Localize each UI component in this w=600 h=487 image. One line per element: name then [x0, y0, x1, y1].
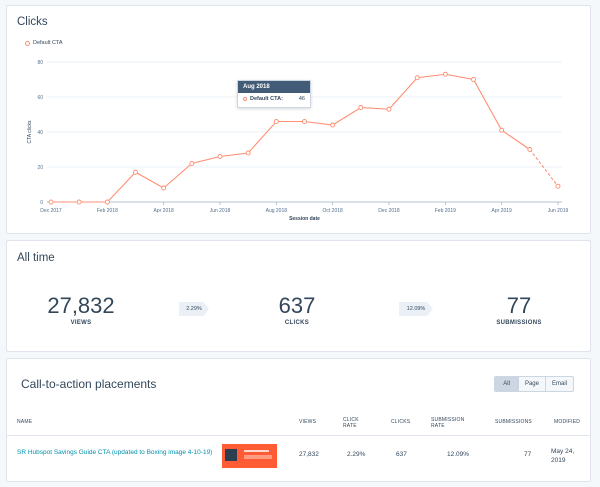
data-point — [48, 199, 54, 205]
cell-submissions: 77 — [524, 451, 532, 458]
clicks-stat: 637 CLICKS — [237, 293, 357, 327]
data-point — [302, 119, 307, 124]
x-tick-label: Jun 2019 — [548, 208, 569, 214]
cta-thumbnail-graphic — [225, 449, 237, 461]
tooltip-series-label: Default CTA: — [250, 96, 283, 102]
x-tick-label: Feb 2018 — [97, 208, 118, 214]
data-point — [76, 199, 82, 205]
filter-all-button[interactable]: All — [495, 377, 518, 391]
tooltip-value: 46 — [298, 96, 305, 102]
data-point — [217, 154, 223, 159]
x-tick-label: Apr 2019 — [492, 208, 513, 214]
data-point — [133, 169, 138, 175]
x-tick-label: Apr 2018 — [154, 208, 175, 214]
y-tick-label: 60 — [37, 95, 43, 101]
y-tick-label: 80 — [37, 60, 43, 66]
data-point — [161, 185, 167, 191]
placement-filter[interactable]: All Page Email — [494, 376, 574, 392]
clicks-label: CLICKS — [284, 320, 310, 326]
submissions-label: SUBMISSIONS — [496, 320, 542, 326]
cell-click-rate: 2.29% — [347, 451, 366, 458]
all-time-card: All time 27,832 VIEWS 2.29% 637 CLICKS 1… — [6, 240, 591, 352]
submissions-value: 77 — [506, 293, 532, 318]
column-header-click-rate[interactable]: CLICK RATE — [343, 417, 365, 429]
data-point — [555, 183, 561, 189]
cell-modified: May 24, 2019 — [551, 448, 575, 464]
y-tick-label: 0 — [40, 200, 43, 206]
all-time-title: All time — [17, 252, 55, 264]
placements-card: Call-to-action placements All Page Email… — [6, 358, 591, 482]
submission-rate-badge: 12.09% — [399, 302, 433, 316]
cell-clicks: 637 — [396, 451, 407, 458]
cell-views: 27,832 — [299, 451, 319, 458]
x-axis-title: Session date — [289, 216, 320, 222]
data-point — [358, 105, 364, 110]
views-label: VIEWS — [70, 320, 92, 326]
table-header-divider — [7, 435, 590, 436]
column-header-modified[interactable]: MODIFIED — [554, 419, 580, 425]
views-stat: 27,832 VIEWS — [21, 293, 141, 327]
column-header-name[interactable]: NAME — [17, 419, 32, 425]
y-tick-label: 20 — [37, 165, 43, 171]
views-value: 27,832 — [47, 293, 115, 318]
column-header-clicks[interactable]: CLICKS — [391, 419, 410, 425]
y-tick-label: 40 — [37, 130, 43, 136]
data-point — [245, 150, 251, 156]
data-point — [189, 161, 195, 166]
clicks-line-chart[interactable]: 0 20 40 60 80 CTA clicks Dec 2017 Feb 2018 Apr 2… — [7, 6, 592, 235]
x-tick-label: Oct 2018 — [323, 208, 344, 214]
data-point — [386, 106, 392, 112]
x-tick-label: Dec 2017 — [40, 208, 62, 214]
submissions-stat: 77 SUBMISSIONS — [459, 293, 579, 327]
column-header-views[interactable]: VIEWS — [299, 419, 316, 425]
data-point — [104, 199, 110, 205]
filter-email-button[interactable]: Email — [544, 377, 573, 391]
series-line-projected — [529, 149, 559, 187]
data-point — [527, 147, 533, 152]
x-tick-label: Dec 2018 — [378, 208, 400, 214]
data-point — [442, 71, 448, 77]
x-tick-label: Aug 2018 — [266, 208, 288, 214]
placements-title: Call-to-action placements — [21, 377, 157, 391]
column-header-submission-rate[interactable]: SUBMISSION RATE — [431, 417, 475, 429]
clicks-chart-card: Clicks Default CTA 0 20 40 60 80 CTA clicks De… — [6, 5, 591, 234]
data-point — [414, 75, 420, 81]
data-point — [471, 77, 476, 82]
cta-thumbnail-text-block — [244, 455, 272, 459]
cta-thumbnail-image[interactable] — [222, 444, 277, 468]
cell-submission-rate: 12.09% — [447, 451, 470, 458]
click-rate-badge: 2.29% — [179, 302, 209, 316]
x-tick-label: Feb 2019 — [435, 208, 456, 214]
tooltip-header: Aug 2018 — [238, 81, 310, 93]
x-tick-label: Jun 2018 — [210, 208, 231, 214]
chart-tooltip: Aug 2018 Default CTA: 46 — [237, 80, 311, 108]
column-header-submissions[interactable]: SUBMISSIONS — [495, 419, 532, 425]
data-point — [499, 127, 505, 133]
filter-page-button[interactable]: Page — [517, 377, 545, 391]
data-point — [273, 119, 279, 124]
data-point — [330, 122, 336, 128]
y-axis-title: CTA clicks — [27, 120, 33, 143]
clicks-value: 637 — [278, 293, 316, 318]
tooltip-marker-icon — [243, 97, 247, 101]
placement-name-link[interactable]: SR Hubspot Savings Guide CTA (updated to… — [17, 448, 217, 457]
cta-thumbnail-text-line — [244, 450, 269, 452]
